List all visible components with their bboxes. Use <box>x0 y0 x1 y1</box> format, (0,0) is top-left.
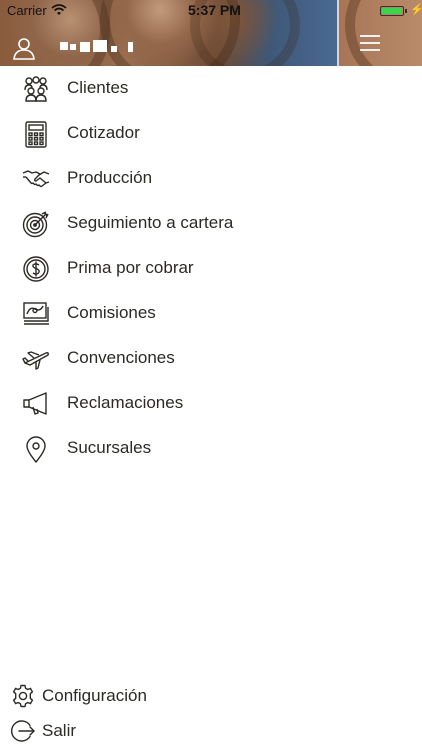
menu-label: Prima por cobrar <box>67 258 194 277</box>
handshake-icon <box>22 165 50 193</box>
app-header: Carrier 5:37 PM ⚡ <box>0 0 422 66</box>
menu-label: Seguimiento a cartera <box>67 213 234 232</box>
menu-item-prima[interactable]: Prima por cobrar <box>0 247 422 291</box>
menu-item-comisiones[interactable]: Comisiones <box>0 292 422 336</box>
wifi-icon <box>51 4 67 16</box>
battery-icon <box>380 6 407 16</box>
charging-icon: ⚡ <box>410 4 422 16</box>
target-icon <box>22 210 50 238</box>
menu-item-seguimiento[interactable]: Seguimiento a cartera <box>0 202 422 246</box>
gear-icon <box>11 684 35 708</box>
location-pin-icon <box>22 435 50 463</box>
settings-label: Configuración <box>42 686 147 705</box>
logout-icon <box>11 719 35 743</box>
hamburger-menu-button[interactable] <box>355 32 385 54</box>
calculator-icon <box>22 120 50 148</box>
menu-label: Sucursales <box>67 438 152 457</box>
menu-label: Reclamaciones <box>67 393 184 412</box>
user-name-redacted <box>60 40 140 52</box>
menu-item-clientes[interactable]: Clientes <box>0 67 422 111</box>
menu-label: Producción <box>67 168 153 187</box>
menu-label: Convenciones <box>67 348 175 367</box>
hamburger-line <box>360 42 380 44</box>
airplane-icon <box>22 345 50 373</box>
user-profile-icon[interactable] <box>12 36 36 60</box>
megaphone-icon <box>22 390 50 418</box>
status-time: 5:37 PM <box>188 2 241 18</box>
battery-nub <box>405 9 407 13</box>
hamburger-line <box>360 49 380 51</box>
menu-item-reclamaciones[interactable]: Reclamaciones <box>0 382 422 426</box>
people-group-icon <box>22 75 50 103</box>
menu-item-convenciones[interactable]: Convenciones <box>0 337 422 381</box>
hamburger-line <box>360 35 380 37</box>
logout-button[interactable]: Salir <box>0 715 300 747</box>
menu-item-cotizador[interactable]: Cotizador <box>0 112 422 156</box>
menu-label: Cotizador <box>67 123 140 142</box>
menu-label: Comisiones <box>67 303 156 322</box>
menu-label: Clientes <box>67 78 129 97</box>
carrier-name: Carrier <box>7 3 47 18</box>
settings-button[interactable]: Configuración <box>0 680 300 712</box>
logout-label: Salir <box>42 721 77 740</box>
menu-item-produccion[interactable]: Producción <box>0 157 422 201</box>
money-stack-icon <box>22 300 50 328</box>
battery-level <box>382 8 402 14</box>
menu-item-sucursales[interactable]: Sucursales <box>0 427 422 471</box>
status-bar: Carrier 5:37 PM ⚡ <box>0 0 422 22</box>
dollar-coin-icon <box>22 255 50 283</box>
